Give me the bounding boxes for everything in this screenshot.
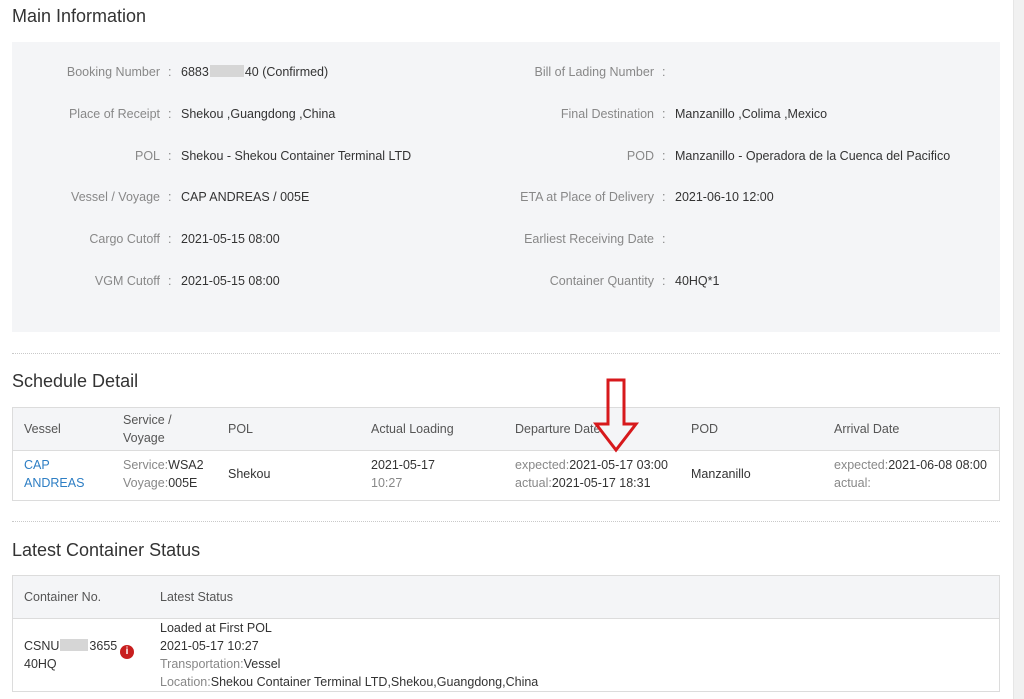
booking-number-label: Booking Number: [66, 65, 160, 79]
place-of-receipt-label: Place of Receipt: [68, 107, 160, 121]
info-icon[interactable]: i: [120, 645, 134, 659]
header-pol: POL: [228, 422, 254, 436]
cargo-cutoff-value: 2021-05-15 08:00: [181, 232, 280, 246]
bill-of-lading-label: Bill of Lading Number: [534, 65, 654, 79]
loading-time: 10:27: [371, 476, 403, 490]
info-row: Place of Receipt : Shekou ,Guangdong ,Ch…: [12, 107, 1000, 127]
departure-actual: actual:2021-05-17 18:31: [515, 476, 651, 490]
pol-label: POL: [134, 149, 160, 163]
vgm-cutoff-value: 2021-05-15 08:00: [181, 274, 280, 288]
colon: :: [168, 190, 172, 204]
schedule-table-header: Vessel Service / Voyage POL Actual Loadi…: [13, 408, 999, 451]
section-divider: [12, 521, 1000, 522]
schedule-detail-title: Schedule Detail: [12, 371, 139, 391]
arrival-expected: expected:2021-06-08 08:00: [834, 458, 987, 472]
header-arrival-date: Arrival Date: [834, 422, 900, 436]
scrollbar[interactable]: [1013, 0, 1024, 699]
colon: :: [168, 107, 172, 121]
pol-value: Shekou - Shekou Container Terminal LTD: [181, 149, 412, 163]
eta-value: 2021-06-10 12:00: [675, 190, 774, 204]
colon: :: [662, 274, 666, 288]
location: Location:Shekou Container Terminal LTD,S…: [160, 675, 539, 689]
vgm-cutoff-label: VGM Cutoff: [94, 274, 160, 288]
service-value: Service:WSA2: [123, 458, 204, 472]
latest-container-status-title: Latest Container Status: [12, 540, 201, 560]
booking-number-value: 6883 40 (Confirmed): [181, 65, 329, 79]
container-quantity-value: 40HQ*1: [675, 274, 720, 288]
container-type: 40HQ: [24, 657, 57, 671]
voyage-value: Voyage:005E: [123, 476, 198, 490]
vessel-voyage-value: CAP ANDREAS / 005E: [181, 190, 310, 204]
arrival-actual: actual:: [834, 476, 871, 490]
container-table-header: Container No. Latest Status: [13, 576, 999, 619]
place-of-receipt-value: Shekou ,Guangdong ,China: [181, 107, 336, 121]
status-text: Loaded at First POL: [160, 621, 272, 635]
departure-expected: expected:2021-05-17 03:00: [515, 458, 668, 472]
schedule-table: Vessel Service / Voyage POL Actual Loadi…: [12, 407, 1000, 501]
header-actual-loading: Actual Loading: [371, 422, 454, 436]
colon: :: [168, 232, 172, 246]
colon: :: [662, 107, 666, 121]
arrow-down-icon: [592, 378, 640, 453]
info-row: Vessel / Voyage : CAP ANDREAS / 005E ETA…: [12, 190, 1000, 210]
row-pol: Shekou: [228, 467, 271, 481]
loading-date: 2021-05-17: [371, 458, 435, 472]
redaction-mask: [209, 65, 244, 77]
vessel-voyage-label: Vessel / Voyage: [71, 190, 160, 204]
main-information-panel: Booking Number : 6883 40 (Confirmed) Bill…: [12, 42, 1000, 332]
redaction-mask: [60, 639, 89, 651]
header-vessel: Vessel: [24, 422, 61, 436]
header-container-no: Container No.: [24, 590, 102, 604]
info-row: Booking Number : 6883 40 (Confirmed) Bill…: [12, 65, 1000, 85]
colon: :: [168, 149, 172, 163]
container-quantity-label: Container Quantity: [549, 274, 654, 288]
vessel-link-line2[interactable]: ANDREAS: [24, 474, 84, 492]
final-destination-value: Manzanillo ,Colima ,Mexico: [675, 107, 828, 121]
header-departure-date: Departure Date: [515, 422, 601, 436]
header-service-line1: Service /: [123, 413, 172, 427]
colon: :: [168, 65, 172, 79]
vessel-link-line1[interactable]: CAP: [24, 456, 50, 474]
header-latest-status: Latest Status: [160, 590, 233, 604]
container-status-table: Container No. Latest Status CSNU 3655 40H…: [12, 575, 1000, 692]
pod-label: POD: [626, 149, 654, 163]
colon: :: [662, 65, 666, 79]
main-information-title: Main Information: [12, 6, 147, 26]
info-row: VGM Cutoff : 2021-05-15 08:00 Container …: [12, 274, 1000, 294]
info-row: POL : Shekou - Shekou Container Terminal…: [12, 149, 1000, 169]
header-service-line2: Voyage: [123, 431, 165, 445]
cargo-cutoff-label: Cargo Cutoff: [89, 232, 160, 246]
colon: :: [662, 149, 666, 163]
eta-label: ETA at Place of Delivery: [520, 190, 654, 204]
earliest-receiving-date-label: Earliest Receiving Date: [524, 232, 654, 246]
row-pod: Manzanillo: [691, 467, 751, 481]
info-row: Cargo Cutoff : 2021-05-15 08:00 Earliest…: [12, 232, 1000, 252]
colon: :: [168, 274, 172, 288]
header-pod: POD: [691, 422, 719, 436]
transportation: Transportation:Vessel: [160, 657, 281, 671]
container-number: CSNU 3655: [24, 639, 118, 653]
section-divider: [12, 353, 1000, 354]
colon: :: [662, 232, 666, 246]
pod-value: Manzanillo - Operadora de la Cuenca del …: [675, 149, 951, 163]
status-datetime: 2021-05-17 10:27: [160, 639, 259, 653]
colon: :: [662, 190, 666, 204]
final-destination-label: Final Destination: [560, 107, 654, 121]
